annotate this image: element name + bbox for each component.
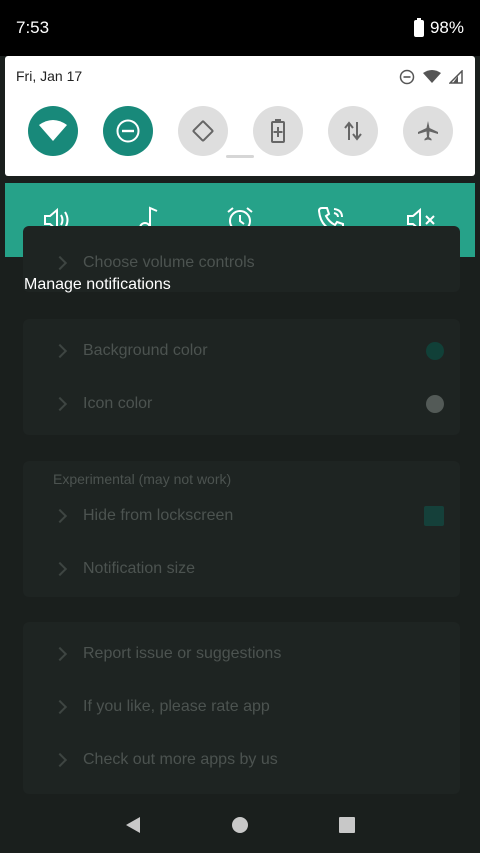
card-other: Report issue or suggestions If you like,…	[23, 622, 460, 794]
dnd-status-icon	[399, 69, 415, 85]
mobile-data-icon	[343, 121, 362, 141]
qs-status-icons	[399, 69, 463, 85]
auto-rotate-icon	[192, 120, 213, 142]
dnd-tile[interactable]	[102, 106, 153, 156]
card-header: Experimental (may not work)	[53, 471, 232, 487]
auto-rotate-tile[interactable]	[177, 106, 228, 156]
list-item[interactable]: Notification size	[23, 542, 460, 595]
row-label: Choose volume controls	[83, 253, 255, 271]
signal-status-icon	[449, 70, 463, 84]
navigation-bar	[0, 796, 480, 853]
checkbox[interactable]	[424, 505, 444, 526]
back-icon	[126, 816, 141, 833]
chevron-right-icon	[52, 752, 68, 767]
color-swatch	[426, 341, 444, 360]
status-right: 98%	[413, 17, 464, 38]
card-appearance: Background color Icon color	[23, 319, 460, 435]
recents-button[interactable]	[327, 805, 367, 845]
list-item[interactable]: Hide from lockscreen	[23, 489, 460, 542]
battery-saver-icon	[270, 119, 285, 143]
row-label: Report issue or suggestions	[83, 644, 282, 662]
wifi-icon	[38, 120, 67, 141]
list-item[interactable]: If you like, please rate app	[23, 680, 460, 733]
do-not-disturb-icon	[116, 119, 139, 143]
home-button[interactable]	[220, 805, 260, 845]
wifi-status-icon	[423, 70, 441, 83]
list-item[interactable]: Report issue or suggestions	[23, 627, 460, 680]
airplane-mode-tile[interactable]	[402, 106, 453, 156]
list-item[interactable]: Icon color	[23, 377, 460, 430]
home-icon	[231, 816, 248, 833]
chevron-right-icon	[52, 561, 68, 576]
battery-saver-tile[interactable]	[252, 106, 303, 156]
chevron-right-icon	[52, 508, 68, 523]
color-swatch	[426, 394, 444, 413]
list-item[interactable]: Check out more apps by us	[23, 733, 460, 786]
airplane-icon	[417, 121, 438, 141]
wifi-tile[interactable]	[27, 106, 78, 156]
chevron-right-icon	[52, 343, 68, 358]
row-label: If you like, please rate app	[83, 697, 270, 715]
chevron-right-icon	[52, 699, 68, 714]
row-label: Background color	[83, 341, 208, 359]
row-label: Hide from lockscreen	[83, 506, 234, 524]
chevron-right-icon	[52, 646, 68, 661]
back-button[interactable]	[113, 805, 153, 845]
chevron-right-icon	[52, 396, 68, 411]
battery-percent: 98%	[429, 18, 464, 37]
qs-drag-handle[interactable]	[226, 155, 254, 158]
quick-settings-panel: Fri, Jan 17	[5, 56, 475, 176]
qs-date[interactable]: Fri, Jan 17	[16, 68, 82, 84]
section-title: Manage notifications	[24, 276, 171, 293]
row-label: Icon color	[83, 394, 153, 412]
list-item[interactable]: Background color	[23, 324, 460, 377]
qs-tiles	[5, 106, 475, 156]
status-time: 7:53	[16, 18, 50, 37]
battery-icon	[413, 17, 424, 37]
recents-icon	[338, 816, 355, 833]
chevron-right-icon	[52, 255, 68, 270]
app-content: Choose volume controls Manage notificati…	[0, 226, 480, 806]
card-experimental: Experimental (may not work) Hide from lo…	[23, 461, 460, 597]
mobile-data-tile[interactable]	[327, 106, 378, 156]
row-label: Notification size	[83, 559, 196, 577]
status-bar: 7:53 98%	[0, 0, 480, 56]
row-label: Check out more apps by us	[83, 750, 278, 768]
